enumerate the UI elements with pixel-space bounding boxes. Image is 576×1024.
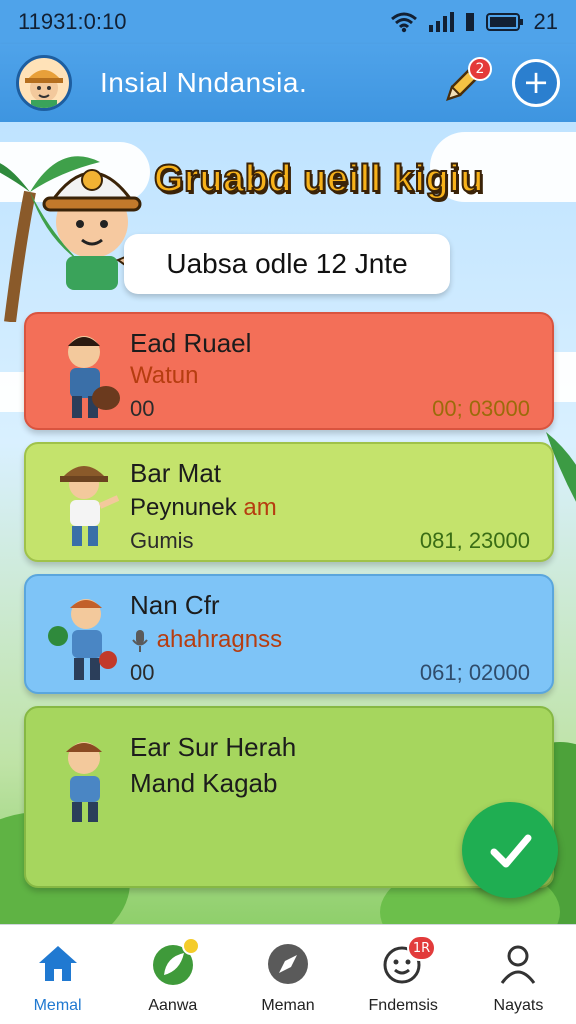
task-card[interactable]: Ead Ruael Watun 00 00; 03000 [24,312,554,430]
leaf-icon [150,937,200,987]
checkmark-icon [490,834,532,868]
task-card[interactable]: Bar Mat Peynunek am Gumis 081, 23000 [24,442,554,562]
edit-button[interactable]: 2 [438,57,492,109]
explorer-character-icon [66,742,102,822]
bottom-navigation: Memal Aanwa Meman 1R Fndemsis Nayats [0,924,576,1024]
explorer-character-icon [60,466,120,546]
explorer-character-icon [68,336,120,418]
nav-label: Meman [261,997,315,1014]
compass-icon [265,941,311,987]
card-amount: 081, 23000 [419,528,530,553]
nav-item-profile[interactable]: Nayats [461,925,576,1024]
status-icons: 21 [390,9,558,35]
app-title: Insial Nndansia. [100,67,308,98]
explorer-character-icon [48,599,117,680]
card-subtitle: Mand Kagab [130,768,278,798]
card-subtitle-text: Peynunek [130,494,237,521]
confirm-button[interactable] [462,802,558,898]
nav-item-leaf[interactable]: Aanwa [115,925,230,1024]
date-display[interactable]: Uabsa odle 12 Jnte [124,234,450,294]
card-subtitle-text: ahahragnss [156,626,283,653]
nav-label: Fndemsis [368,997,438,1014]
card-title: Ead Ruael [130,328,252,358]
battery-icon [485,13,523,31]
microphone-icon [132,629,148,652]
notification-dot [181,937,200,955]
card-detail: Gumis [130,528,194,553]
card-title: Ear Sur Herah [130,732,297,762]
card-subtitle: ahahragnss [130,626,282,654]
nav-label: Nayats [493,997,544,1014]
chat-face-icon: 1R [380,935,437,987]
app-header: Insial Nndansia. 2 + [0,44,576,122]
notification-badge: 1R [406,935,437,961]
card-count: 00 [130,396,155,421]
wifi-icon [390,12,417,33]
task-card[interactable]: Nan Cfr ahahragnss 00 061; 02000 [24,574,554,694]
explorer-avatar-icon [25,70,63,108]
nav-item-home[interactable]: Memal [0,925,115,1024]
nav-item-explore[interactable]: Meman [230,925,345,1024]
card-count: 00 [130,660,155,685]
nav-label: Memal [33,997,82,1014]
card-subtitle: Watun [130,362,199,389]
card-title: Nan Cfr [130,590,220,620]
person-icon [495,941,541,987]
card-subtitle: Peynunek am [130,494,277,522]
hero-title: Gruabd ueill kigiu [153,157,484,201]
status-bar: 11931:0:10 21 [0,0,576,44]
card-amount: 00; 03000 [432,396,530,421]
sim-icon [465,13,474,31]
status-time: 11931:0:10 [18,9,127,34]
card-amount: 061; 02000 [419,660,530,685]
add-button[interactable]: + [512,59,560,107]
battery-level: 21 [533,9,558,34]
nav-item-friends[interactable]: 1R Fndemsis [346,925,461,1024]
home-icon [35,941,81,987]
nav-label: Aanwa [148,997,198,1014]
card-subtitle-tag: am [243,494,277,521]
card-title: Bar Mat [130,458,222,488]
notification-badge: 2 [468,57,492,81]
avatar[interactable] [16,55,72,111]
signal-icon [428,12,454,32]
